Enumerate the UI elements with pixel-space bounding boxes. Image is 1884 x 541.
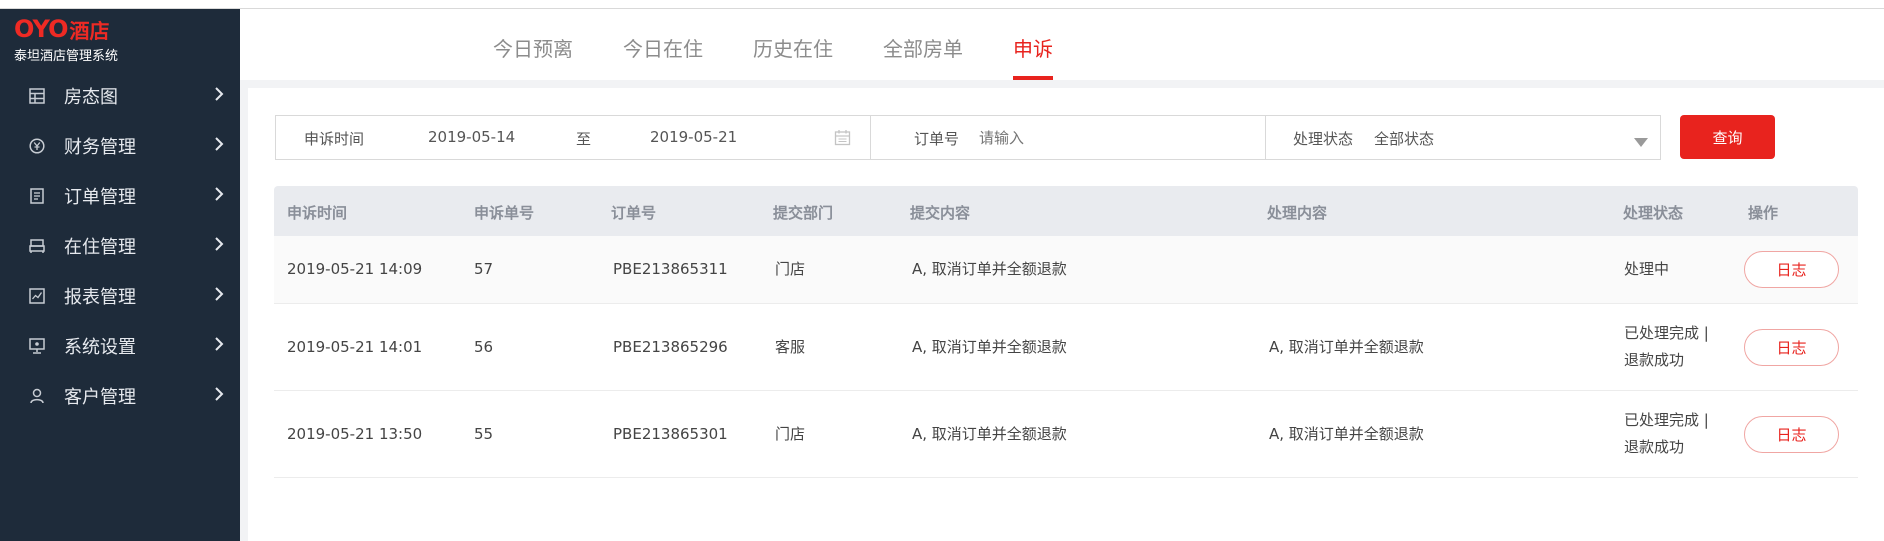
query-button[interactable]: 查询 (1680, 115, 1775, 159)
yuan-coin-icon (28, 137, 46, 155)
table-row: 2019-05-21 14:01 56 PBE213865296 客服 A, 取… (274, 304, 1858, 391)
cell-status: 处理中 (1624, 260, 1670, 278)
cell-appeal-no: 55 (474, 425, 494, 443)
date-from-input[interactable]: 2019-05-14 (428, 128, 515, 146)
column-header: 申诉单号 (474, 204, 535, 222)
sidebar-item-label: 房态图 (64, 87, 118, 108)
sidebar-item-label: 报表管理 (64, 287, 136, 308)
chevron-right-icon (212, 285, 226, 303)
status-label: 处理状态 (1293, 130, 1354, 148)
column-header: 操作 (1748, 204, 1779, 222)
order-no-input[interactable] (979, 129, 1179, 147)
log-button[interactable]: 日志 (1744, 416, 1839, 453)
user-icon (28, 387, 46, 405)
bed-icon (28, 237, 46, 255)
table-header: 申诉时间 申诉单号 订单号 提交部门 提交内容 处理内容 处理状态 操作 (274, 186, 1858, 236)
main-panel: 申诉时间 2019-05-14 至 2019-05-21 订单号 处理状态 全部… (248, 88, 1884, 541)
cell-status: 已处理完成 | (1624, 411, 1709, 429)
cell-order-no: PBE213865296 (613, 338, 728, 356)
column-header: 提交内容 (910, 204, 971, 222)
sidebar-item-finance[interactable]: 财务管理 (0, 121, 240, 171)
chevron-right-icon (212, 235, 226, 253)
order-list-icon (28, 187, 46, 205)
logo-hotel: 酒店 (69, 18, 110, 43)
sidebar-item-label: 系统设置 (64, 337, 136, 358)
cell-content: A, 取消订单并全额退款 (912, 425, 1067, 443)
tab-bar: 今日预离 今日在住 历史在住 全部房单 申诉 (240, 9, 1884, 80)
active-tab-indicator (1013, 76, 1053, 80)
log-button[interactable]: 日志 (1744, 329, 1839, 366)
chevron-right-icon (212, 185, 226, 203)
monitor-settings-icon (28, 337, 46, 355)
order-no-label: 订单号 (914, 130, 960, 148)
chevron-right-icon (212, 335, 226, 353)
tab-all-bills[interactable]: 全部房单 (883, 33, 963, 62)
table-row: 2019-05-21 14:09 57 PBE213865311 门店 A, 取… (274, 236, 1858, 304)
sidebar-item-settings[interactable]: 系统设置 (0, 321, 240, 371)
cell-order-no: PBE213865301 (613, 425, 728, 443)
brand: OYO 酒店 泰坦酒店管理系统 (0, 9, 240, 71)
column-header: 处理状态 (1623, 204, 1684, 222)
column-header: 提交部门 (773, 204, 834, 222)
tab-history-in-house[interactable]: 历史在住 (753, 33, 833, 62)
cell-handle: A, 取消订单并全额退款 (1269, 338, 1424, 356)
sidebar-item-label: 客户管理 (64, 387, 136, 408)
cell-time: 2019-05-21 13:50 (287, 425, 423, 443)
cell-time: 2019-05-21 14:01 (287, 338, 423, 356)
chevron-right-icon (212, 85, 226, 103)
tab-in-house-today[interactable]: 今日在住 (623, 33, 703, 62)
dropdown-arrow-icon[interactable] (1634, 134, 1648, 152)
sidebar-item-in-house[interactable]: 在住管理 (0, 221, 240, 271)
appeal-time-label: 申诉时间 (304, 130, 365, 148)
column-header: 处理内容 (1267, 204, 1328, 222)
cell-status: 已处理完成 | (1624, 324, 1709, 342)
column-header: 申诉时间 (287, 204, 348, 222)
sidebar-item-label: 财务管理 (64, 137, 136, 158)
cell-handle: A, 取消订单并全额退款 (1269, 425, 1424, 443)
order-no-filter: 订单号 (870, 115, 1266, 160)
cell-status-detail: 退款成功 (1624, 351, 1685, 369)
date-range-separator: 至 (576, 130, 592, 148)
logo: OYO 酒店 (14, 15, 240, 43)
appeals-table: 申诉时间 申诉单号 订单号 提交部门 提交内容 处理内容 处理状态 操作 201… (274, 186, 1858, 478)
tab-appeals[interactable]: 申诉 (1013, 33, 1053, 62)
system-name: 泰坦酒店管理系统 (14, 49, 119, 64)
calendar-icon[interactable] (834, 129, 851, 151)
log-button[interactable]: 日志 (1744, 251, 1839, 288)
sidebar-item-room-status[interactable]: 房态图 (0, 71, 240, 121)
chevron-right-icon (212, 385, 226, 403)
sidebar-item-label: 订单管理 (64, 187, 136, 208)
window-top-strip (0, 0, 1884, 9)
cell-content: A, 取消订单并全额退款 (912, 338, 1067, 356)
sidebar-item-customers[interactable]: 客户管理 (0, 371, 240, 421)
date-to-input[interactable]: 2019-05-21 (650, 128, 737, 146)
report-chart-icon (28, 287, 46, 305)
cell-time: 2019-05-21 14:09 (287, 260, 423, 278)
cell-status-detail: 退款成功 (1624, 438, 1685, 456)
sidebar: OYO 酒店 泰坦酒店管理系统 房态图 财务管理 订单管理 在住管理 报表管理 … (0, 9, 240, 541)
cell-appeal-no: 57 (474, 260, 494, 278)
cell-order-no: PBE213865311 (613, 260, 728, 278)
status-select[interactable]: 全部状态 (1374, 128, 1434, 149)
sidebar-item-label: 在住管理 (64, 237, 136, 258)
column-header: 订单号 (611, 204, 657, 222)
cell-dept: 门店 (775, 260, 806, 278)
cell-dept: 门店 (775, 425, 806, 443)
cell-appeal-no: 56 (474, 338, 494, 356)
table-row: 2019-05-21 13:50 55 PBE213865301 门店 A, 取… (274, 391, 1858, 478)
sidebar-item-reports[interactable]: 报表管理 (0, 271, 240, 321)
cell-dept: 客服 (775, 338, 806, 356)
sidebar-item-orders[interactable]: 订单管理 (0, 171, 240, 221)
cell-content: A, 取消订单并全额退款 (912, 260, 1067, 278)
tab-departing-today[interactable]: 今日预离 (493, 33, 573, 62)
appeal-time-filter: 申诉时间 2019-05-14 至 2019-05-21 (275, 115, 871, 160)
status-filter: 处理状态 全部状态 (1265, 115, 1661, 160)
chevron-right-icon (212, 135, 226, 153)
logo-oyo: OYO (14, 15, 68, 43)
room-grid-icon (28, 87, 46, 105)
